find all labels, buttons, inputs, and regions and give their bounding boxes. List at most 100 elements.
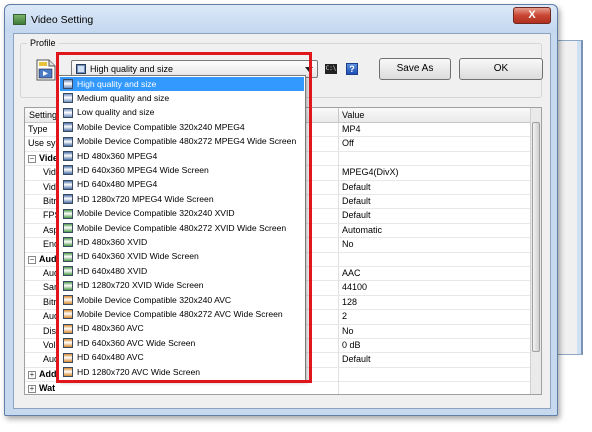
xvid-icon [63,223,73,233]
video-icon [76,64,86,74]
grid-row-value[interactable]: Default [342,210,371,220]
collapse-icon[interactable]: − [28,154,36,163]
xvid-icon [63,237,73,248]
grid-group-row[interactable]: + Wat [25,382,531,394]
dropdown-item[interactable]: HD 1280x720 MPEG4 Wide Screen [60,192,304,206]
dropdown-item-label: HD 640x480 AVC [77,352,144,363]
mpeg4-icon [63,165,73,176]
close-button[interactable]: X [513,7,551,24]
grid-row-value[interactable]: Default [342,196,371,206]
save-as-button[interactable]: Save As [379,58,451,80]
video-icon [63,79,73,89]
setting-column-header[interactable]: Setting [29,110,57,120]
grid-row-name: Aud [39,253,57,264]
dropdown-item-label: Low quality and size [77,107,155,118]
scrollbar-thumb[interactable] [532,122,540,352]
dropdown-item[interactable]: HD 1280x720 AVC Wide Screen [60,365,304,379]
dropdown-item[interactable]: Mobile Device Compatible 480x272 XVID Wi… [60,221,304,235]
dropdown-item[interactable]: HD 480x360 MPEG4 [60,149,304,163]
dropdown-item[interactable]: HD 640x360 MPEG4 Wide Screen [60,163,304,177]
dropdown-item-label: High quality and size [77,78,157,89]
mpeg4-icon [63,136,73,147]
dropdown-item-label: HD 640x360 XVID Wide Screen [77,251,199,262]
dropdown-item-label: Mobile Device Compatible 320x240 XVID [77,208,235,219]
ok-button[interactable]: OK [459,58,543,80]
dropdown-item[interactable]: Medium quality and size [60,91,304,105]
dropdown-item-label: Mobile Device Compatible 480x272 MPEG4 W… [77,136,297,147]
dropdown-item-label: HD 1280x720 MPEG4 Wide Screen [77,193,214,204]
profile-file-icon [36,59,56,81]
help-icon[interactable]: ? [346,63,358,75]
dropdown-item[interactable]: Mobile Device Compatible 320x240 AVC [60,293,304,307]
dropdown-item[interactable]: HD 640x480 AVC [60,351,304,365]
profile-dropdown-list[interactable]: High quality and size Medium quality and … [58,75,306,381]
dropdown-item[interactable]: HD 640x360 AVC Wide Screen [60,336,304,350]
grid-row-value[interactable]: 2 [342,311,347,321]
video-icon [63,107,73,118]
grid-row-value[interactable]: AAC [342,268,361,278]
mpeg4-icon [63,151,73,161]
dropdown-item-label: HD 640x360 MPEG4 Wide Screen [77,164,209,175]
grid-row-value[interactable]: No [342,239,354,249]
dropdown-item[interactable]: Mobile Device Compatible 480x272 AVC Wid… [60,307,304,321]
grid-row-value[interactable]: MPEG4(DivX) [342,167,399,177]
title-bar[interactable]: Video Setting X [5,5,557,33]
avc-icon [63,309,73,320]
grid-row-value[interactable]: No [342,326,354,336]
dropdown-item-label: Medium quality and size [77,92,170,103]
dropdown-item[interactable]: HD 640x480 XVID [60,264,304,278]
avc-icon [63,338,73,349]
dropdown-item-label: HD 640x480 XVID [77,265,148,276]
xvid-icon [63,280,73,291]
dropdown-item[interactable]: HD 480x360 AVC [60,322,304,336]
dropdown-item[interactable]: HD 640x480 MPEG4 [60,178,304,192]
avc-icon [63,352,73,363]
dropdown-item[interactable]: HD 480x360 XVID [60,235,304,249]
xvid-icon [63,251,73,262]
grid-row-value[interactable]: Off [342,138,354,148]
dropdown-item-label: HD 640x480 MPEG4 [77,179,158,190]
expand-icon[interactable]: + [28,370,36,379]
value-column-header[interactable]: Value [342,110,364,120]
xvid-icon [63,266,73,277]
app-icon [13,14,26,25]
dropdown-item[interactable]: Mobile Device Compatible 320x240 MPEG4 [60,120,304,134]
collapse-icon[interactable]: − [28,255,36,264]
dropdown-item-label: HD 480x360 XVID [77,236,148,247]
expand-icon[interactable]: + [28,385,36,394]
chevron-down-icon [305,67,313,72]
dropdown-item-label: HD 640x360 AVC Wide Screen [77,337,196,348]
dropdown-item[interactable]: HD 640x360 XVID Wide Screen [60,250,304,264]
dropdown-item-label: HD 480x360 MPEG4 [77,150,158,161]
dropdown-item-label: Mobile Device Compatible 320x240 AVC [77,294,232,305]
grid-row-value[interactable]: MP4 [342,124,361,134]
window-title: Video Setting [31,14,94,26]
grid-row-value[interactable]: 0 dB [342,340,361,350]
grid-row-value[interactable]: Default [342,354,371,364]
dropdown-item-label: Mobile Device Compatible 480x272 AVC Wid… [77,308,283,319]
avc-icon [63,367,73,377]
grid-row-value[interactable]: 44100 [342,282,367,292]
grid-row-value[interactable]: Default [342,182,371,192]
profile-legend: Profile [27,38,59,48]
grid-row-name: Wat [39,383,56,394]
mpeg4-icon [63,122,73,133]
dropdown-item[interactable]: Mobile Device Compatible 320x240 XVID [60,207,304,221]
dropdown-item-label: Mobile Device Compatible 320x240 MPEG4 [77,121,245,132]
mpeg4-icon [63,179,73,190]
video-icon [63,93,73,104]
dropdown-item-label: HD 1280x720 XVID Wide Screen [77,280,204,291]
xvid-icon [63,208,73,219]
dropdown-item[interactable]: Mobile Device Compatible 480x272 MPEG4 W… [60,135,304,149]
dropdown-item[interactable]: High quality and size [60,77,304,92]
dropdown-item[interactable]: Low quality and size [60,106,304,120]
grid-row-value[interactable]: 128 [342,297,357,307]
command-prompt-icon[interactable]: C:\ [325,64,337,74]
grid-row-name: Add [39,368,57,379]
grid-row-name: Type [28,124,48,134]
grid-row-name: Vide [39,152,58,163]
grid-row-value[interactable]: Automatic [342,225,382,235]
dropdown-item[interactable]: HD 1280x720 XVID Wide Screen [60,279,304,293]
grid-scrollbar[interactable] [530,108,541,394]
dropdown-item-label: HD 1280x720 AVC Wide Screen [77,366,201,377]
